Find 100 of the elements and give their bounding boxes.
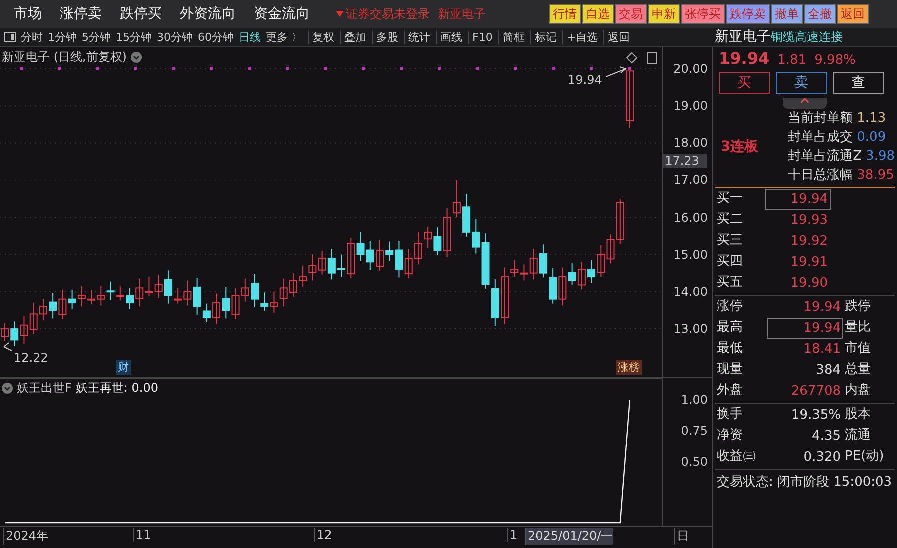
query-button[interactable]: 查 bbox=[833, 72, 884, 94]
toolbar-button[interactable]: 多股 bbox=[372, 30, 398, 44]
axis-label: 日 bbox=[674, 528, 689, 545]
field-label: 现量 bbox=[717, 361, 744, 379]
bid-label: 买二 bbox=[717, 211, 744, 229]
date-cursor-label: 2025/01/20/一 bbox=[525, 528, 614, 545]
axis-label: 0.75 bbox=[681, 424, 708, 438]
toolbar-button[interactable]: 叠加 bbox=[340, 30, 366, 44]
field-label: 最高 bbox=[717, 319, 744, 337]
quick-button[interactable]: 申新 bbox=[648, 4, 680, 24]
axis-label: 1 bbox=[507, 528, 518, 542]
diamond-icon bbox=[626, 52, 638, 64]
bid-price: 19.94 bbox=[765, 189, 831, 210]
field-label: 最低 bbox=[717, 340, 744, 358]
bid-label: 买五 bbox=[717, 274, 744, 292]
field-label: 市值 bbox=[844, 340, 871, 358]
axis-label: 2024年 bbox=[3, 528, 49, 545]
chart-title: 新亚电子 (日线,前复权) bbox=[2, 49, 127, 66]
axis-label: 13.00 bbox=[674, 322, 708, 336]
period-tab[interactable]: 30分钟 bbox=[157, 30, 193, 44]
change-percent: 9.98% bbox=[814, 53, 856, 68]
toolbar-button[interactable]: 统计 bbox=[404, 30, 430, 44]
quick-button[interactable]: 自选 bbox=[582, 4, 614, 24]
period-tab[interactable]: 5分钟 bbox=[82, 30, 111, 44]
price-label: 12.22 bbox=[14, 351, 48, 365]
field-label: PE(动) bbox=[844, 448, 884, 466]
field-value: 0.09 bbox=[857, 129, 886, 147]
field-label: 量比 bbox=[844, 319, 871, 337]
menu-item[interactable]: 跌停买 bbox=[120, 5, 162, 23]
event-marker[interactable]: 财 bbox=[116, 360, 131, 375]
toolbar-button[interactable]: +自选 bbox=[562, 30, 598, 44]
axis-label: 12 bbox=[314, 528, 332, 542]
axis-label: 19.00 bbox=[674, 99, 708, 114]
field-label: 流通 bbox=[844, 427, 871, 445]
period-tab[interactable]: 15分钟 bbox=[116, 30, 152, 44]
dropdown-icon bbox=[2, 383, 13, 394]
toolbar-button[interactable]: 标记 bbox=[530, 30, 557, 44]
field-label: 外盘 bbox=[717, 382, 744, 400]
field-label: 内盘 bbox=[844, 382, 871, 400]
period-tab[interactable]: 日线 bbox=[239, 30, 261, 44]
axis-label: 18.00 bbox=[674, 136, 708, 150]
toolbar-button[interactable]: 复权 bbox=[308, 30, 334, 44]
axis-label: 16.00 bbox=[674, 210, 708, 225]
period-tab[interactable]: 更多 〉 bbox=[266, 30, 302, 44]
collapse-tab[interactable] bbox=[783, 98, 827, 109]
field-value: 18.41 bbox=[802, 341, 842, 359]
pointer-arrow-icon bbox=[606, 66, 628, 78]
field-value: 3.98 bbox=[866, 148, 895, 166]
field-value: 4.35 bbox=[811, 428, 842, 446]
field-value: 267708 bbox=[790, 383, 842, 401]
toolbar-button[interactable]: 返回 bbox=[603, 30, 630, 44]
axis-label: 11 bbox=[133, 528, 152, 542]
panel-icon bbox=[647, 52, 657, 64]
streak-label: 3连板 bbox=[720, 138, 760, 156]
field-label: 当前封单额 bbox=[788, 110, 854, 128]
period-tab[interactable]: 60分钟 bbox=[198, 30, 234, 44]
buy-button[interactable]: 买 bbox=[719, 72, 770, 94]
field-label: 封单占成交 bbox=[788, 129, 854, 147]
field-label: 收益㈢ bbox=[717, 448, 757, 466]
pointer-arrow-icon bbox=[4, 342, 12, 352]
price-change: 1.81 bbox=[778, 53, 807, 68]
field-value: 19.35% bbox=[790, 407, 842, 425]
field-label: 总量 bbox=[844, 361, 871, 379]
axis-label: 14.00 bbox=[674, 284, 708, 299]
field-value: 0.320 bbox=[802, 449, 842, 467]
axis-label: 20.00 bbox=[674, 62, 708, 76]
caret-icon bbox=[336, 11, 344, 17]
indicator-value: 妖王再世: 0.00 bbox=[76, 380, 158, 397]
field-label: 净资 bbox=[717, 427, 744, 445]
panel-toggle-icon bbox=[4, 32, 16, 42]
axis-label: 15.00 bbox=[674, 248, 708, 262]
price-label: 19.94 bbox=[568, 73, 602, 87]
stock-name: 新亚电子 bbox=[715, 28, 771, 46]
field-label: 涨停 bbox=[717, 298, 744, 316]
sell-button[interactable]: 卖 bbox=[776, 72, 827, 94]
period-tab[interactable]: 分时 bbox=[21, 30, 43, 44]
trading-status: 交易状态: 闭市阶段 15:00:03 bbox=[716, 474, 894, 492]
axis-label: 0.50 bbox=[681, 454, 708, 469]
field-label: 封单占流通Z bbox=[788, 148, 862, 166]
menu-item[interactable]: 市场 bbox=[14, 5, 42, 23]
last-price: 19.94 bbox=[719, 49, 770, 68]
field-label: 换手 bbox=[717, 406, 744, 424]
menu-item[interactable]: 涨停卖 bbox=[60, 5, 102, 23]
dropdown-icon bbox=[131, 52, 142, 63]
bid-price: 19.90 bbox=[790, 275, 829, 293]
toolbar-button[interactable]: 简框 bbox=[498, 30, 525, 44]
quick-button[interactable]: 行情 bbox=[549, 4, 581, 24]
bid-price: 19.93 bbox=[790, 212, 829, 230]
bid-label: 买三 bbox=[717, 232, 744, 250]
current-price-label: 17.23 bbox=[663, 154, 708, 168]
field-value: 384 bbox=[815, 362, 842, 380]
toolbar-button[interactable]: 画线 bbox=[436, 30, 462, 44]
toolbar-button[interactable]: F10 bbox=[468, 30, 493, 44]
menu-item[interactable]: 外资流向 bbox=[180, 5, 236, 23]
event-marker[interactable]: 涨榜 bbox=[616, 360, 642, 375]
concept-label: 铜缆高速连接 bbox=[771, 29, 843, 46]
field-value: 38.95 bbox=[857, 167, 894, 185]
period-tab[interactable]: 1分钟 bbox=[48, 30, 77, 44]
chevron-up-icon bbox=[801, 98, 809, 103]
menu-item[interactable]: 资金流向 bbox=[254, 5, 310, 23]
